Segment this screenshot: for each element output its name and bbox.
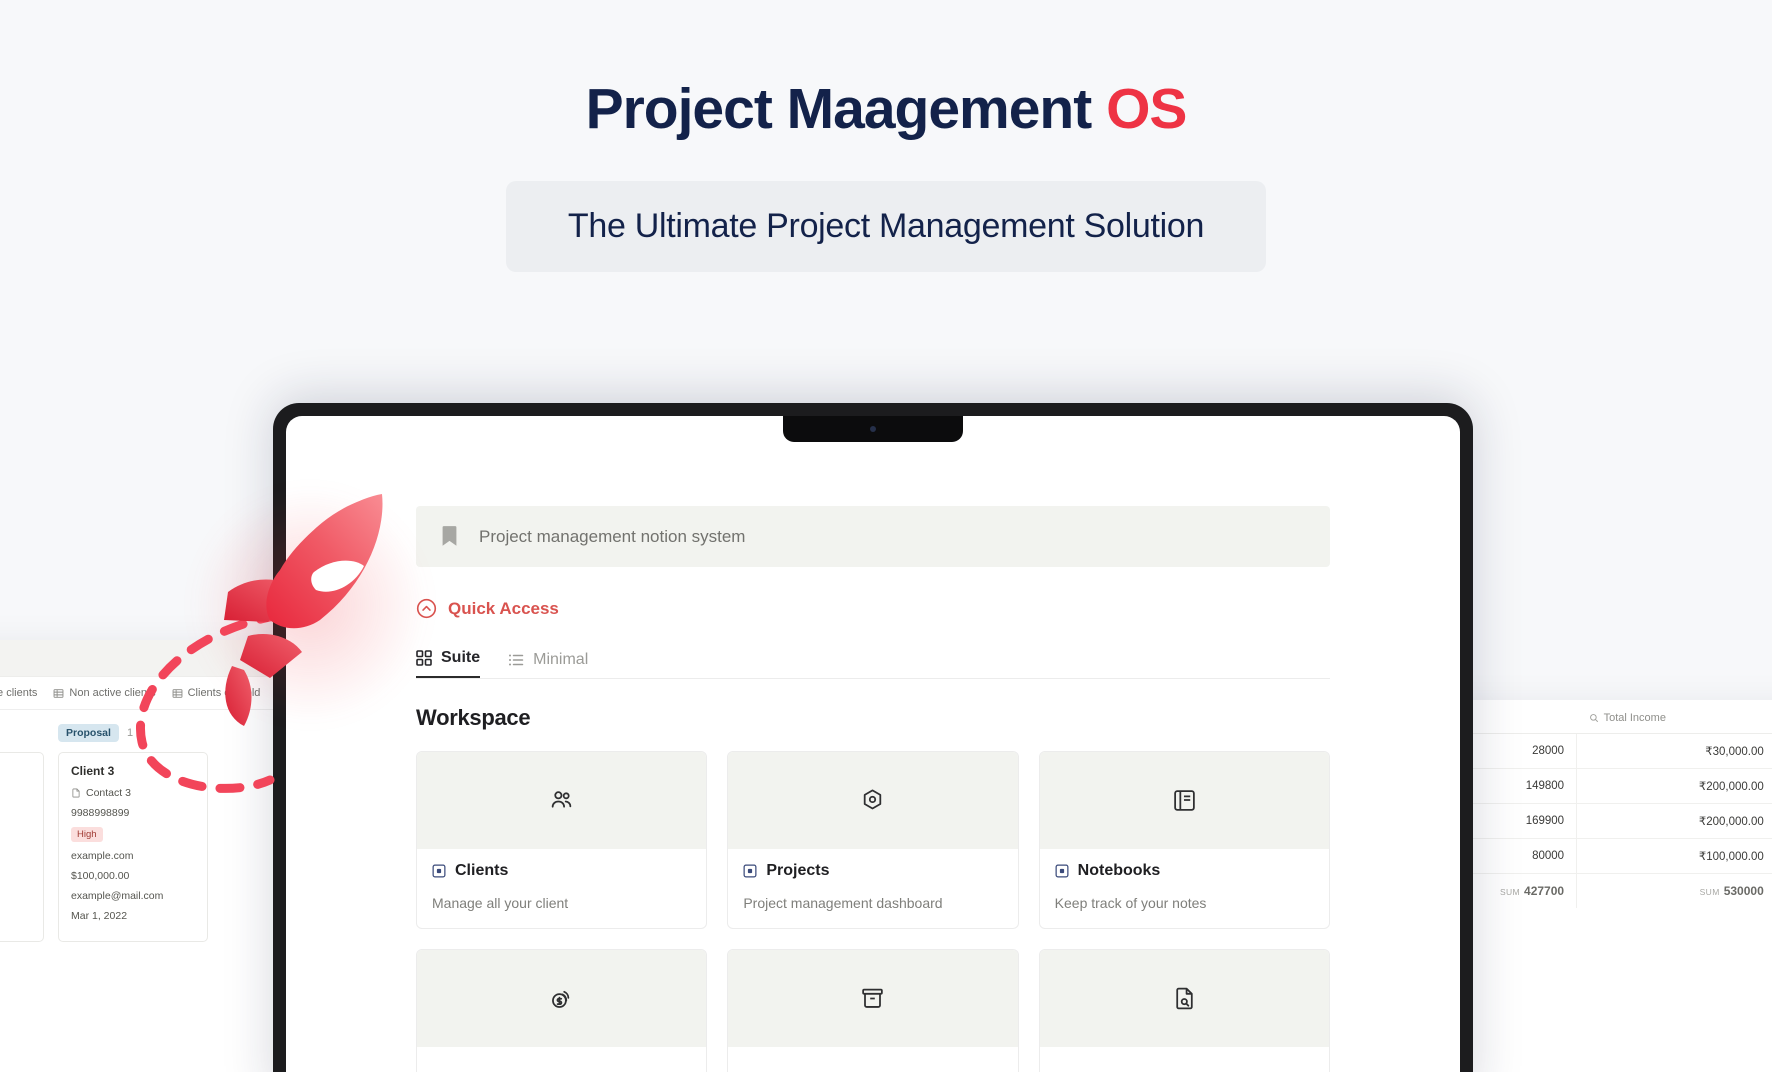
page-title-main: Project Maagement [585, 77, 1093, 141]
card-body [728, 1047, 1017, 1072]
sum-income: SUM 530000 [1576, 873, 1772, 908]
cell-income: ₹200,000.00 [1576, 768, 1772, 804]
workspace-card-projects[interactable]: Projects Project management dashboard [727, 751, 1019, 929]
app-content: Project management notion system Quick A… [286, 416, 1460, 1072]
card-title-row: Clients [432, 862, 691, 880]
card-body [417, 1047, 706, 1072]
rocket-illustration [120, 480, 450, 860]
workspace-card-finance[interactable] [416, 949, 708, 1072]
board-column-header: Qualified 1 [0, 724, 44, 742]
sum-label: SUM [1699, 887, 1720, 897]
laptop-screen: Project management notion system Quick A… [286, 416, 1460, 1072]
client-amount: $100,000.00 [0, 870, 31, 882]
priority-badge: High [71, 827, 103, 842]
users-icon [549, 788, 574, 813]
card-title-row: Projects [743, 862, 1002, 880]
workspace-card-documents[interactable] [1038, 949, 1330, 1072]
workspace-card-archive[interactable] [727, 949, 1019, 1072]
page-icon [71, 788, 81, 798]
client-contact-row: Contact 2 [0, 787, 31, 799]
client-date: Mar 1, 2022 [71, 910, 128, 922]
workspace-card-clients[interactable]: Clients Manage all your client [416, 751, 708, 929]
sum-value: 427700 [1524, 884, 1565, 898]
board-tab-label: Active clients [0, 687, 38, 699]
table-icon [53, 688, 64, 699]
bookmark-label: Project management notion system [479, 526, 746, 546]
card-body: Clients Manage all your client [417, 849, 706, 928]
search-icon [1589, 713, 1599, 723]
quick-access-toggle[interactable]: Quick Access [416, 598, 1330, 619]
page-square-icon [432, 864, 446, 878]
view-tabs: Suite Minimal [416, 649, 1330, 679]
column-header-total-income[interactable]: Total Income [1576, 700, 1772, 734]
card-title-row: Notebooks [1055, 862, 1314, 880]
coins-icon [549, 986, 574, 1011]
card-cover [1039, 752, 1329, 849]
card-title: Notebooks [1077, 862, 1161, 879]
column-header-label: Total Income [1603, 712, 1666, 724]
client-phone: 9988998899 [0, 807, 31, 819]
cell-income: ₹100,000.00 [1576, 838, 1772, 874]
cell-income: ₹200,000.00 [1576, 803, 1772, 839]
client-email: example@mail.com [71, 890, 164, 902]
client-priority-row: Low [0, 827, 31, 842]
notebook-icon [1172, 788, 1197, 813]
page-square-icon [743, 864, 757, 878]
bookmark-bar[interactable]: Project management notion system [416, 506, 1330, 567]
card-title: Clients [455, 862, 509, 879]
card-cover [417, 950, 707, 1047]
client-date: Mar 1, 2022 [0, 910, 31, 922]
card-title: Projects [766, 862, 830, 879]
archive-icon [860, 986, 885, 1011]
sum-value: 530000 [1723, 884, 1764, 898]
hero-header: Project Maagement OS The Ultimate Projec… [0, 0, 1772, 330]
board-column: Qualified 1 Client 2 Contact 2 998899889… [0, 724, 44, 942]
workspace-card-grid: Clients Manage all your client Projects … [416, 751, 1330, 1072]
client-email: example@mail.com [0, 890, 31, 902]
card-description: Manage all your client [432, 895, 569, 911]
section-title: Workspace [416, 705, 531, 730]
tab-minimal[interactable]: Minimal [508, 651, 588, 678]
page-title: Project Maagement OS [0, 78, 1772, 141]
card-cover [417, 752, 707, 849]
laptop-mockup: Project management notion system Quick A… [273, 403, 1473, 1072]
camera-icon [870, 426, 876, 432]
rocket-graphic [136, 494, 383, 793]
cell-income: ₹30,000.00 [1576, 733, 1772, 769]
card-body: Projects Project management dashboard [728, 849, 1017, 928]
client-card[interactable]: Client 2 Contact 2 9988998899 Low exampl… [0, 752, 44, 942]
file-search-icon [1172, 986, 1197, 1011]
quick-access-label: Quick Access [448, 598, 559, 618]
workspace-card-notebooks[interactable]: Notebooks Keep track of your notes [1038, 751, 1330, 929]
card-cover [728, 950, 1018, 1047]
board-tab-active-clients[interactable]: Active clients [0, 687, 37, 699]
client-amount: $100,000.00 [71, 870, 130, 882]
laptop-notch [783, 416, 963, 442]
tab-label: Minimal [533, 651, 589, 668]
list-icon [508, 652, 524, 668]
client-website: example.com [0, 850, 31, 862]
sum-label: SUM [1499, 887, 1521, 897]
client-name: Client 2 [0, 764, 31, 778]
status-badge: Proposal [58, 724, 119, 742]
hexagon-icon [860, 788, 885, 813]
page-square-icon [1055, 864, 1069, 878]
page-subtitle: The Ultimate Project Management Solution [567, 206, 1205, 245]
subtitle-pill: The Ultimate Project Management Solution [505, 180, 1267, 272]
card-cover [728, 752, 1018, 849]
card-cover [1039, 950, 1329, 1047]
card-body: Notebooks Keep track of your notes [1040, 849, 1329, 928]
page-title-accent: OS [1106, 77, 1187, 141]
card-body [1040, 1047, 1329, 1072]
card-description: Keep track of your notes [1054, 895, 1207, 911]
card-description: Project management dashboard [743, 895, 943, 911]
